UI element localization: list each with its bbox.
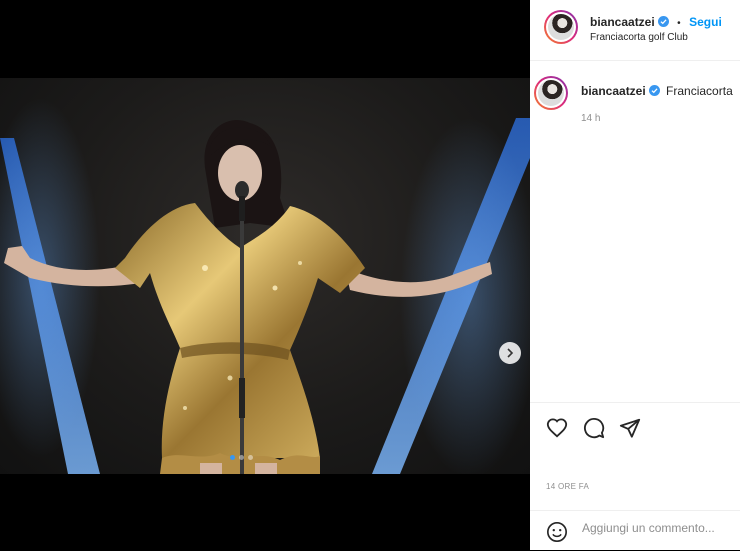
comment-bar	[530, 510, 740, 551]
carousel-dot	[230, 455, 235, 460]
verified-icon	[648, 85, 660, 96]
header-username[interactable]: biancaatzei	[590, 15, 655, 29]
carousel-dot	[239, 455, 244, 460]
avatar[interactable]	[544, 10, 578, 44]
caption-text: Franciacorta	[666, 84, 733, 98]
caption-area: biancaatzei Franciacorta 14 h	[530, 62, 740, 402]
carousel-dots	[230, 455, 253, 460]
post-photo[interactable]	[0, 78, 530, 474]
caption-username[interactable]: biancaatzei	[581, 84, 646, 98]
comment-icon[interactable]	[583, 417, 605, 439]
follow-button[interactable]: Segui	[689, 15, 722, 29]
carousel-dot	[248, 455, 253, 460]
verified-icon	[657, 16, 669, 27]
next-photo-button[interactable]	[499, 342, 521, 364]
post-media	[0, 0, 530, 550]
emoji-icon[interactable]	[546, 521, 568, 543]
caption-avatar[interactable]	[534, 76, 568, 110]
heart-icon[interactable]	[546, 417, 568, 439]
chevron-right-icon	[507, 348, 514, 358]
location-link[interactable]: Franciacorta golf Club	[590, 32, 688, 43]
concert-image	[0, 98, 530, 474]
comment-input[interactable]	[582, 521, 732, 535]
share-icon[interactable]	[619, 417, 641, 439]
separator-dot: •	[677, 18, 681, 29]
post-header: biancaatzei • Segui Franciacorta golf Cl…	[530, 0, 740, 61]
caption-time: 14 h	[581, 113, 601, 124]
post-timestamp: 14 ORE FA	[546, 482, 590, 491]
action-bar	[530, 402, 740, 451]
post-sidebar: biancaatzei • Segui Franciacorta golf Cl…	[530, 0, 740, 550]
